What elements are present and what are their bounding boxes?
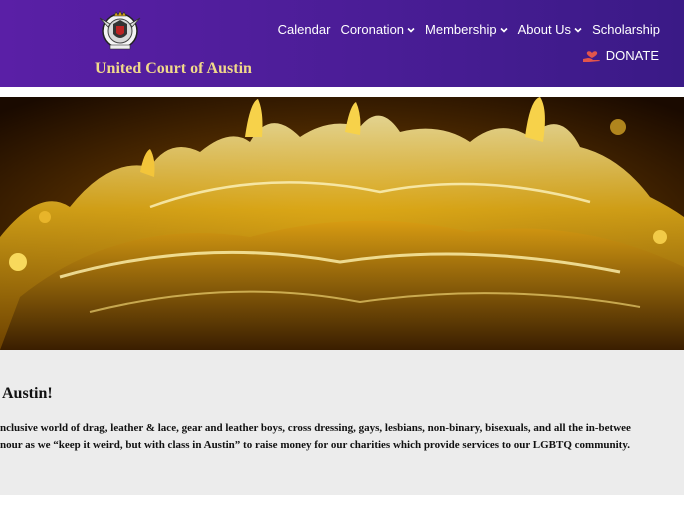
- donate-label: DONATE: [605, 47, 659, 63]
- nav-coronation[interactable]: Coronation: [340, 22, 415, 37]
- intro-section: Austin! nclusive world of drag, leather …: [0, 350, 684, 495]
- donate-link[interactable]: DONATE: [582, 46, 659, 64]
- chevron-down-icon: [500, 27, 508, 33]
- intro-paragraph-line: nclusive world of drag, leather & lace, …: [0, 422, 631, 434]
- chevron-down-icon: [574, 27, 582, 33]
- welcome-heading: Austin!: [2, 385, 53, 402]
- nav-scholarship-label: Scholarship: [592, 22, 660, 37]
- main-nav: Calendar Coronation Membership About Us …: [278, 22, 660, 37]
- chevron-down-icon: [407, 27, 415, 33]
- court-crest-logo[interactable]: [96, 10, 144, 52]
- nav-coronation-label: Coronation: [340, 22, 405, 37]
- nav-about-us-label: About Us: [517, 22, 572, 37]
- site-header: United Court of Austin Calendar Coronati…: [0, 0, 684, 87]
- hand-heart-icon: [582, 51, 600, 62]
- liquid-splash-image: [0, 97, 684, 350]
- nav-scholarship[interactable]: Scholarship: [592, 22, 660, 37]
- nav-about-us[interactable]: About Us: [518, 22, 582, 37]
- nav-membership-label: Membership: [425, 22, 497, 37]
- nav-calendar[interactable]: Calendar: [278, 22, 331, 37]
- intro-paragraph-line: nour as we “keep it weird, but with clas…: [0, 439, 630, 451]
- nav-membership[interactable]: Membership: [425, 22, 508, 37]
- site-title[interactable]: United Court of Austin: [95, 60, 252, 78]
- hero-image: [0, 97, 684, 350]
- nav-calendar-label: Calendar: [277, 22, 331, 37]
